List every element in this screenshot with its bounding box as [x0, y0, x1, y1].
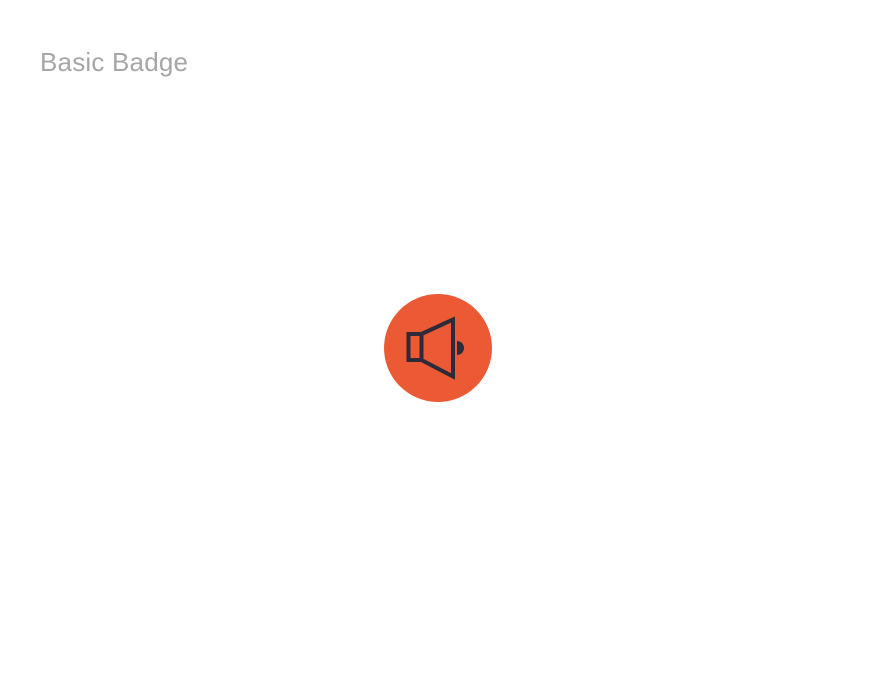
- page-title: Basic Badge: [40, 47, 189, 77]
- speaker-icon: [406, 316, 464, 380]
- speaker-badge[interactable]: [384, 294, 492, 402]
